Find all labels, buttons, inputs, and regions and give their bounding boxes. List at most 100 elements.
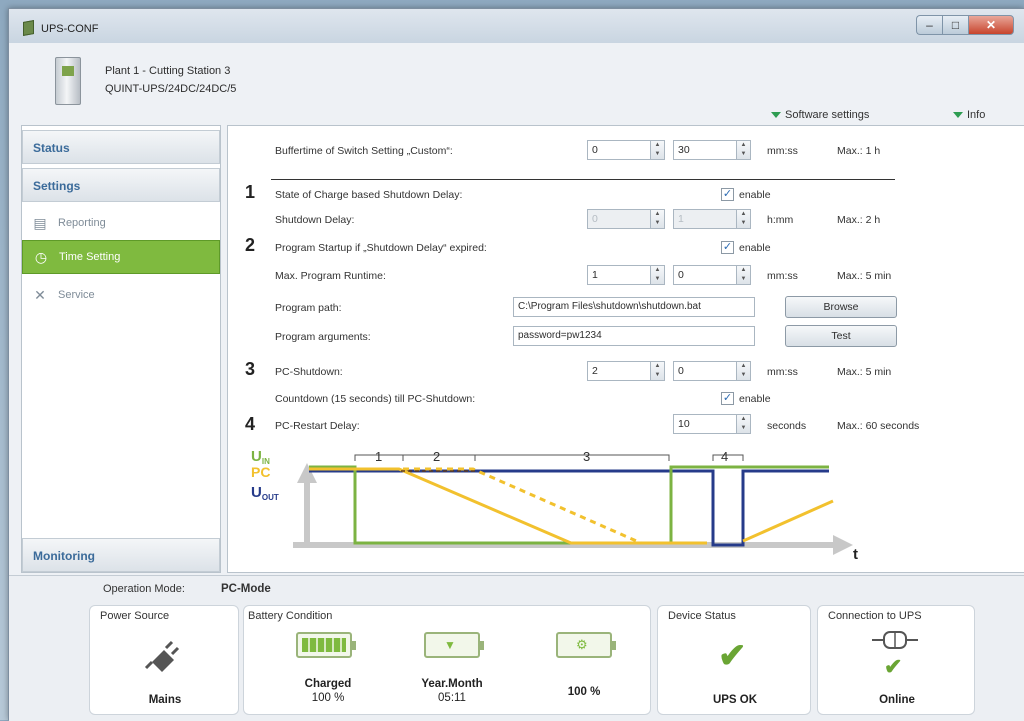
restart-delay-label: PC-Restart Delay: bbox=[275, 420, 360, 432]
triangle-down-icon bbox=[953, 112, 963, 118]
battery-date-label: Year.Month bbox=[421, 678, 483, 690]
countdown-checkbox[interactable]: ✓ bbox=[721, 392, 734, 405]
uout-line bbox=[309, 469, 829, 547]
operation-mode-value: PC-Mode bbox=[221, 583, 271, 595]
separator-line bbox=[271, 179, 895, 180]
pc-shutdown-minutes-input[interactable]: 2 ▲ ▼ bbox=[587, 361, 665, 381]
sidebar-item-monitoring[interactable]: Monitoring bbox=[22, 538, 220, 572]
spin-arrows-icon[interactable]: ▲ ▼ bbox=[650, 266, 664, 284]
info-link[interactable]: Info bbox=[953, 109, 985, 121]
app-icon bbox=[23, 20, 34, 36]
battery-health-value: 100 % bbox=[567, 686, 601, 698]
shutdown-delay-unit: h:mm bbox=[767, 214, 794, 226]
main-window: UPS-CONF – □ ✕ Plant 1 - Cutting Station… bbox=[8, 8, 1024, 721]
restart-delay-value: 10 bbox=[678, 418, 690, 430]
pc-shutdown-seconds-input[interactable]: 0 ▲ ▼ bbox=[673, 361, 751, 381]
sidebar-item-time-setting[interactable]: ◷ Time Setting bbox=[22, 240, 220, 274]
spin-arrows-icon[interactable]: ▲ ▼ bbox=[650, 362, 664, 380]
buffertime-label: Buffertime of Switch Setting „Custom“: bbox=[275, 145, 453, 157]
reporting-icon: ▤ bbox=[33, 214, 47, 231]
shutdown-delay-hours-value: 0 bbox=[592, 213, 598, 225]
check-icon: ✔ bbox=[718, 637, 747, 675]
program-startup-label: Program Startup if „Shutdown Delay“ expi… bbox=[275, 242, 487, 254]
title-bar[interactable]: UPS-CONF – □ ✕ bbox=[9, 9, 1024, 43]
device-status-panel: Device Status ✔ UPS OK bbox=[657, 605, 811, 715]
buffertime-minutes-value: 0 bbox=[592, 144, 598, 156]
operation-mode-label: Operation Mode: bbox=[103, 583, 185, 595]
device-header: Plant 1 - Cutting Station 3 QUINT-UPS/24… bbox=[9, 43, 1024, 125]
connection-title: Connection to UPS bbox=[828, 610, 922, 622]
countdown-enable-label: enable bbox=[739, 393, 771, 405]
step-number-1: 1 bbox=[245, 182, 256, 202]
phase-bracket-3 bbox=[474, 454, 670, 461]
uin-line bbox=[309, 465, 829, 545]
minimize-button[interactable]: – bbox=[916, 15, 942, 35]
software-settings-link[interactable]: Software settings bbox=[771, 109, 869, 121]
phase-label-3: 3 bbox=[583, 449, 590, 464]
spin-arrows-icon[interactable]: ▲ ▼ bbox=[736, 141, 750, 159]
soc-shutdown-checkbox[interactable]: ✓ bbox=[721, 188, 734, 201]
window-title: UPS-CONF bbox=[41, 23, 99, 35]
spin-arrows-icon: ▲ ▼ bbox=[736, 210, 750, 228]
restart-delay-max: Max.: 60 seconds bbox=[837, 420, 920, 432]
max-runtime-seconds-input[interactable]: 0 ▲ ▼ bbox=[673, 265, 751, 285]
service-label: Service bbox=[58, 289, 95, 301]
restart-delay-unit: seconds bbox=[767, 420, 807, 432]
battery-condition-title: Battery Condition bbox=[248, 610, 333, 622]
pc-shutdown-max: Max.: 5 min bbox=[837, 366, 892, 378]
battery-condition-panel: Battery Condition Charged 100 % ▼ Year.M… bbox=[243, 605, 651, 715]
max-runtime-seconds-value: 0 bbox=[678, 269, 684, 281]
max-runtime-max: Max.: 5 min bbox=[837, 270, 892, 282]
soc-shutdown-label: State of Charge based Shutdown Delay: bbox=[275, 189, 463, 201]
buffertime-unit: mm:ss bbox=[767, 145, 798, 157]
restart-delay-input[interactable]: 10 ▲ ▼ bbox=[673, 414, 751, 434]
phase-label-4: 4 bbox=[721, 449, 728, 464]
close-button[interactable]: ✕ bbox=[968, 15, 1014, 35]
clock-icon: ◷ bbox=[34, 248, 48, 265]
battery-charged-value: 100 % bbox=[311, 692, 345, 704]
connection-value: Online bbox=[879, 694, 915, 706]
max-runtime-label: Max. Program Runtime: bbox=[275, 270, 386, 282]
max-runtime-unit: mm:ss bbox=[767, 270, 798, 282]
buffertime-seconds-input[interactable]: 30 ▲ ▼ bbox=[673, 140, 751, 160]
sidebar-item-service[interactable]: ✕ Service bbox=[22, 280, 220, 310]
pc-shutdown-label: PC-Shutdown: bbox=[275, 366, 343, 378]
maximize-button[interactable]: □ bbox=[942, 15, 968, 35]
max-runtime-minutes-input[interactable]: 1 ▲ ▼ bbox=[587, 265, 665, 285]
soc-shutdown-enable-label: enable bbox=[739, 189, 771, 201]
program-startup-enable-label: enable bbox=[739, 242, 771, 254]
buffertime-seconds-value: 30 bbox=[678, 144, 690, 156]
sidebar-item-reporting[interactable]: ▤ Reporting bbox=[22, 208, 220, 238]
sidebar-item-settings[interactable]: Settings bbox=[22, 168, 220, 202]
spin-arrows-icon[interactable]: ▲ ▼ bbox=[736, 362, 750, 380]
program-args-label: Program arguments: bbox=[275, 331, 371, 343]
pc-line bbox=[309, 467, 834, 545]
program-startup-checkbox[interactable]: ✓ bbox=[721, 241, 734, 254]
check-icon: ✔ bbox=[884, 654, 903, 679]
test-button[interactable]: Test bbox=[785, 325, 897, 347]
program-path-input[interactable]: C:\Program Files\shutdown\shutdown.bat bbox=[513, 297, 755, 317]
spin-arrows-icon[interactable]: ▲ ▼ bbox=[736, 415, 750, 433]
battery-charged-label: Charged bbox=[304, 678, 352, 690]
connector-icon bbox=[872, 631, 918, 649]
tools-icon: ✕ bbox=[34, 286, 46, 303]
step-number-2: 2 bbox=[245, 235, 256, 255]
sidebar-item-status[interactable]: Status bbox=[22, 130, 220, 164]
connection-panel: Connection to UPS ✔ Online bbox=[817, 605, 975, 715]
browse-button[interactable]: Browse bbox=[785, 296, 897, 318]
legend-uout: UOUT bbox=[251, 484, 279, 502]
program-args-input[interactable]: password=pw1234 bbox=[513, 326, 755, 346]
spin-arrows-icon[interactable]: ▲ ▼ bbox=[736, 266, 750, 284]
battery-date-icon: ▼ bbox=[424, 632, 484, 658]
phase-label-2: 2 bbox=[433, 449, 440, 464]
shutdown-delay-max: Max.: 2 h bbox=[837, 214, 881, 226]
power-source-title: Power Source bbox=[100, 610, 170, 622]
spin-arrows-icon[interactable]: ▲ ▼ bbox=[650, 141, 664, 159]
buffertime-minutes-input[interactable]: 0 ▲ ▼ bbox=[587, 140, 665, 160]
spin-arrows-icon: ▲ ▼ bbox=[650, 210, 664, 228]
battery-charge-icon bbox=[296, 632, 356, 658]
shutdown-delay-label: Shutdown Delay: bbox=[275, 214, 355, 226]
power-source-value: Mains bbox=[148, 694, 182, 706]
shutdown-delay-minutes-value: 1 bbox=[678, 213, 684, 225]
t-axis-label: t bbox=[853, 546, 858, 563]
